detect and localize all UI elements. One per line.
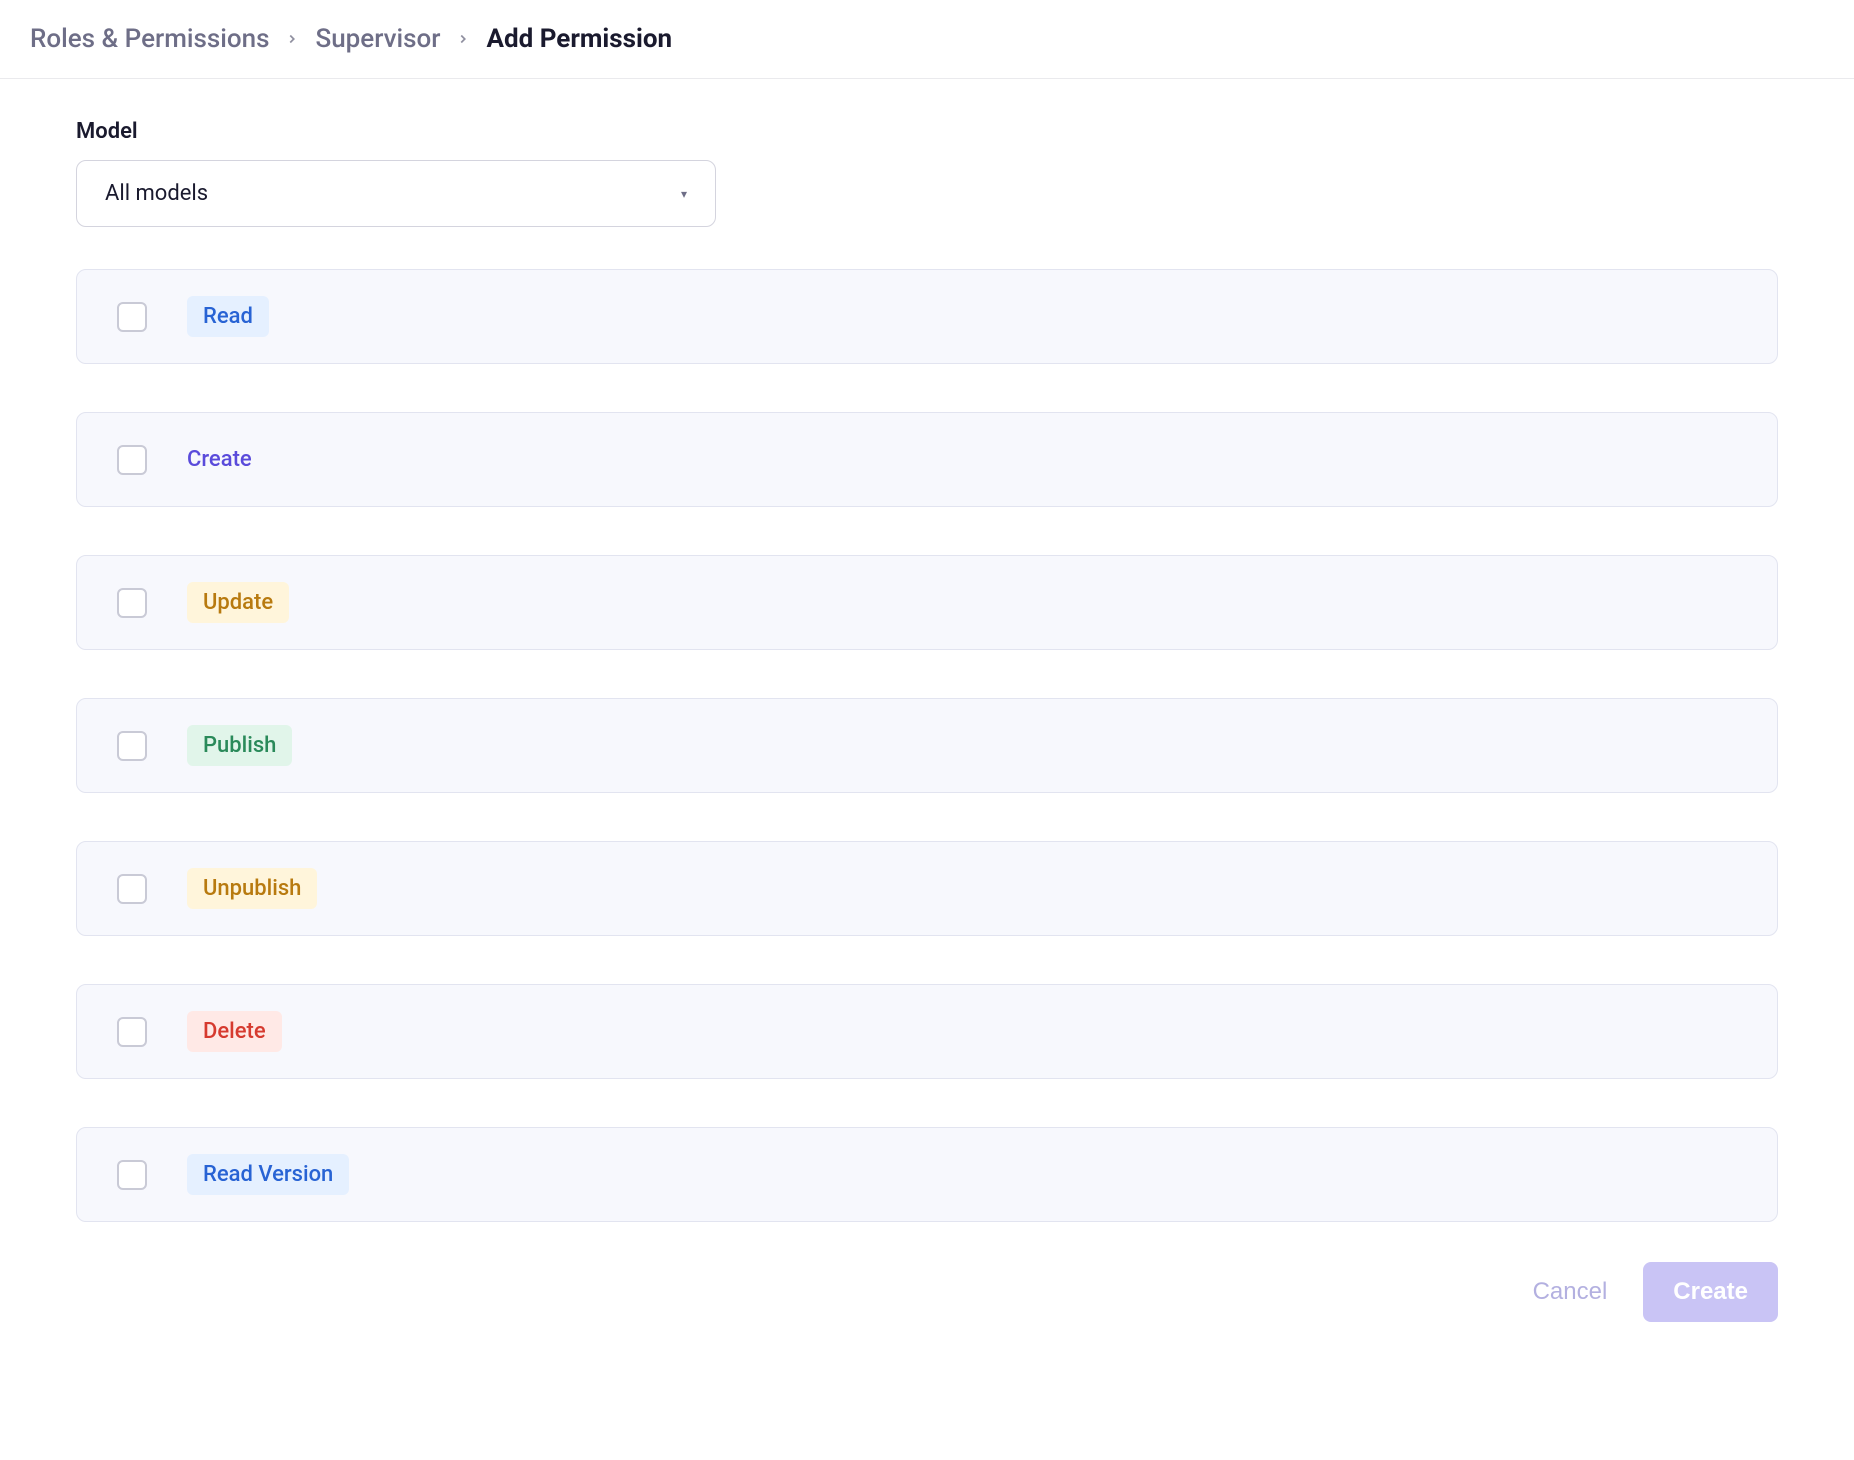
checkbox-update[interactable] bbox=[117, 588, 147, 618]
permission-row-unpublish: Unpublish bbox=[76, 841, 1778, 936]
checkbox-unpublish[interactable] bbox=[117, 874, 147, 904]
checkbox-create[interactable] bbox=[117, 445, 147, 475]
checkbox-read[interactable] bbox=[117, 302, 147, 332]
permission-row-publish: Publish bbox=[76, 698, 1778, 793]
breadcrumb: Roles & Permissions Supervisor Add Permi… bbox=[30, 24, 1824, 54]
permission-row-create: Create bbox=[76, 412, 1778, 507]
chevron-right-icon bbox=[285, 32, 299, 46]
checkbox-publish[interactable] bbox=[117, 731, 147, 761]
permission-row-update: Update bbox=[76, 555, 1778, 650]
breadcrumb-roles-permissions[interactable]: Roles & Permissions bbox=[30, 24, 269, 54]
permission-badge-read-version: Read Version bbox=[187, 1154, 349, 1195]
model-label: Model bbox=[76, 119, 1778, 144]
permission-badge-unpublish: Unpublish bbox=[187, 868, 317, 909]
checkbox-delete[interactable] bbox=[117, 1017, 147, 1047]
permission-badge-create: Create bbox=[187, 439, 252, 480]
form-actions: Cancel Create bbox=[76, 1262, 1778, 1322]
cancel-button[interactable]: Cancel bbox=[1533, 1278, 1608, 1306]
breadcrumb-add-permission: Add Permission bbox=[486, 24, 672, 54]
permission-list: Read Create Update Publish Unpublish Del… bbox=[76, 269, 1778, 1222]
caret-down-icon: ▾ bbox=[681, 187, 687, 201]
permission-badge-update: Update bbox=[187, 582, 289, 623]
model-select-value: All models bbox=[105, 181, 208, 206]
model-select[interactable]: All models ▾ bbox=[76, 160, 716, 227]
permission-row-read: Read bbox=[76, 269, 1778, 364]
permission-row-delete: Delete bbox=[76, 984, 1778, 1079]
breadcrumb-supervisor[interactable]: Supervisor bbox=[315, 24, 440, 54]
permission-badge-delete: Delete bbox=[187, 1011, 282, 1052]
permission-badge-read: Read bbox=[187, 296, 269, 337]
create-button[interactable]: Create bbox=[1643, 1262, 1778, 1322]
permission-row-read-version: Read Version bbox=[76, 1127, 1778, 1222]
permission-badge-publish: Publish bbox=[187, 725, 292, 766]
chevron-right-icon bbox=[456, 32, 470, 46]
checkbox-read-version[interactable] bbox=[117, 1160, 147, 1190]
